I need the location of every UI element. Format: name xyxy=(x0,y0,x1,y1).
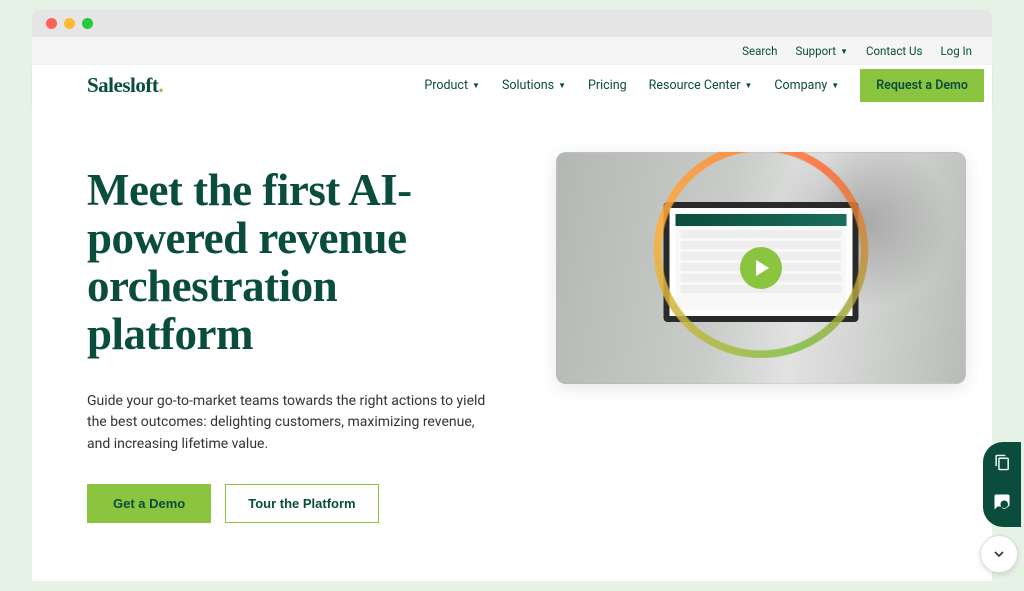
browser-chrome xyxy=(32,10,992,37)
main-nav: Salesloft. Product ▼ Solutions ▼ Pricing… xyxy=(32,65,992,106)
nav-resource-center[interactable]: Resource Center ▼ xyxy=(638,78,764,93)
hero-headline: Meet the first AI-powered revenue orches… xyxy=(87,166,497,359)
play-icon xyxy=(756,260,769,276)
scroll-down-button[interactable] xyxy=(980,535,1018,573)
nav-product[interactable]: Product ▼ xyxy=(413,78,491,93)
window-close-dot[interactable] xyxy=(46,18,57,29)
caret-down-icon: ▼ xyxy=(558,81,566,90)
caret-down-icon: ▼ xyxy=(840,47,848,56)
support-link[interactable]: Support ▼ xyxy=(795,44,848,58)
cta-row: Get a Demo Tour the Platform xyxy=(87,484,992,523)
nav-company[interactable]: Company ▼ xyxy=(763,78,850,93)
window-minimize-dot[interactable] xyxy=(64,18,75,29)
logo-text: Salesloft xyxy=(87,73,158,97)
widget-pill xyxy=(983,442,1021,527)
caret-down-icon: ▼ xyxy=(831,81,839,90)
utility-nav: Search Support ▼ Contact Us Log In xyxy=(32,37,992,65)
chevron-down-icon xyxy=(991,546,1007,562)
window-maximize-dot[interactable] xyxy=(82,18,93,29)
contact-link[interactable]: Contact Us xyxy=(866,44,922,58)
hero-section: Meet the first AI-powered revenue orches… xyxy=(32,106,992,581)
logo[interactable]: Salesloft. xyxy=(87,73,163,98)
floating-widget xyxy=(980,442,1024,573)
hero-subtext: Guide your go-to-market teams towards th… xyxy=(87,391,487,456)
caret-down-icon: ▼ xyxy=(472,81,480,90)
nav-company-label: Company xyxy=(774,78,827,93)
nav-resource-label: Resource Center xyxy=(649,78,741,93)
caret-down-icon: ▼ xyxy=(744,81,752,90)
chat-icon[interactable] xyxy=(993,493,1011,515)
nav-product-label: Product xyxy=(424,78,468,93)
play-button[interactable] xyxy=(740,247,782,289)
login-link[interactable]: Log In xyxy=(940,44,972,58)
get-demo-button[interactable]: Get a Demo xyxy=(87,484,211,523)
logo-dot: . xyxy=(158,73,163,97)
nav-pricing[interactable]: Pricing xyxy=(577,78,638,93)
search-link[interactable]: Search xyxy=(742,44,777,58)
hero-video-thumbnail[interactable] xyxy=(556,152,966,384)
tour-platform-button[interactable]: Tour the Platform xyxy=(225,484,378,523)
nav-solutions-label: Solutions xyxy=(502,78,554,93)
document-icon[interactable] xyxy=(994,454,1011,475)
nav-solutions[interactable]: Solutions ▼ xyxy=(491,78,577,93)
support-label: Support xyxy=(795,44,836,58)
request-demo-button[interactable]: Request a Demo xyxy=(860,69,984,102)
